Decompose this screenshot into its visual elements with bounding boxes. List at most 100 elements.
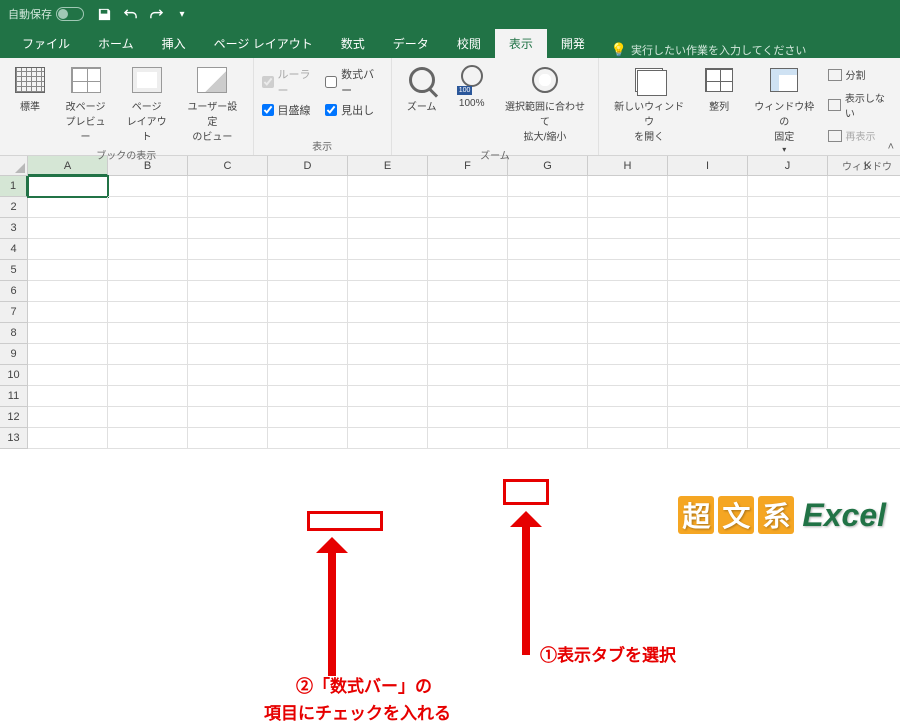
autosave-toggle[interactable]: 自動保存 [8,6,84,22]
cell[interactable] [748,260,828,281]
cell[interactable] [188,428,268,449]
cell[interactable] [268,218,348,239]
cell[interactable] [508,428,588,449]
cell[interactable] [348,281,428,302]
cell[interactable] [508,386,588,407]
cell[interactable] [28,260,108,281]
cell[interactable] [348,407,428,428]
cell[interactable] [668,260,748,281]
hide-button[interactable]: 表示しない [828,89,893,121]
cell[interactable] [668,239,748,260]
cell[interactable] [188,302,268,323]
row-header[interactable]: 6 [0,281,28,302]
page-break-preview-button[interactable]: 改ページ プレビュー [58,62,113,145]
cell[interactable] [348,302,428,323]
cell[interactable] [108,302,188,323]
cell[interactable] [268,407,348,428]
cell[interactable] [188,386,268,407]
cell[interactable] [28,344,108,365]
cell[interactable] [828,386,900,407]
cell[interactable] [748,323,828,344]
zoom-to-selection-button[interactable]: 選択範囲に合わせて 拡大/縮小 [500,62,591,145]
cell[interactable] [668,365,748,386]
cell[interactable] [268,260,348,281]
cell[interactable] [588,176,668,197]
cell[interactable] [828,281,900,302]
cell[interactable] [268,365,348,386]
cell[interactable] [428,260,508,281]
freeze-panes-button[interactable]: ウィンドウ枠の 固定 ▾ [747,62,821,156]
cell[interactable] [28,365,108,386]
cell[interactable] [828,176,900,197]
cell[interactable] [748,344,828,365]
headings-check-input[interactable] [325,104,337,116]
tab-review[interactable]: 校閲 [443,29,495,58]
row-header[interactable]: 2 [0,197,28,218]
tab-home[interactable]: ホーム [84,29,148,58]
cell[interactable] [268,281,348,302]
row-header[interactable]: 1 [0,176,28,197]
cell[interactable] [668,428,748,449]
cell[interactable] [668,176,748,197]
select-all-corner[interactable] [0,156,28,176]
row-header[interactable]: 11 [0,386,28,407]
cell[interactable] [748,302,828,323]
cell[interactable] [428,239,508,260]
undo-icon[interactable] [122,6,138,22]
normal-view-button[interactable]: 標準 [8,62,52,115]
cell[interactable] [428,386,508,407]
cell[interactable] [348,260,428,281]
cell[interactable] [268,323,348,344]
cell[interactable] [28,428,108,449]
row-header[interactable]: 13 [0,428,28,449]
cell[interactable] [588,302,668,323]
cell[interactable] [748,176,828,197]
cell[interactable] [428,176,508,197]
new-window-button[interactable]: 新しいウィンドウ を開く [607,62,691,145]
cell[interactable] [668,218,748,239]
tab-developer[interactable]: 開発 [547,29,599,58]
cell[interactable] [748,428,828,449]
cell[interactable] [828,260,900,281]
page-layout-button[interactable]: ページ レイアウト [119,62,174,145]
cell[interactable] [668,197,748,218]
cell[interactable] [428,218,508,239]
cell[interactable] [588,239,668,260]
cell[interactable] [28,239,108,260]
tab-data[interactable]: データ [379,29,443,58]
cell[interactable] [188,218,268,239]
cell[interactable] [588,260,668,281]
cell[interactable] [828,344,900,365]
cell[interactable] [348,344,428,365]
cell[interactable] [108,281,188,302]
cell[interactable] [188,176,268,197]
cell[interactable] [828,218,900,239]
cell[interactable] [748,407,828,428]
cell[interactable] [268,197,348,218]
cell[interactable] [668,386,748,407]
cell[interactable] [108,365,188,386]
collapse-ribbon-icon[interactable]: ˄ [888,141,894,153]
cell[interactable] [108,218,188,239]
headings-checkbox[interactable]: 見出し [325,102,383,118]
formula-bar-check-input[interactable] [325,76,337,88]
cell[interactable] [828,428,900,449]
cell[interactable] [108,344,188,365]
cell[interactable] [828,197,900,218]
gridlines-check-input[interactable] [262,104,274,116]
cell[interactable] [348,197,428,218]
qat-customize-icon[interactable]: ▾ [174,6,190,22]
cell[interactable] [588,323,668,344]
cell[interactable] [188,281,268,302]
row-header[interactable]: 9 [0,344,28,365]
cell[interactable] [508,407,588,428]
cell[interactable] [268,239,348,260]
cell[interactable] [108,386,188,407]
save-icon[interactable] [96,6,112,22]
cell[interactable] [188,323,268,344]
row-header[interactable]: 10 [0,365,28,386]
tab-file[interactable]: ファイル [8,29,84,58]
cell[interactable] [28,386,108,407]
cell[interactable] [668,281,748,302]
cell[interactable] [748,281,828,302]
